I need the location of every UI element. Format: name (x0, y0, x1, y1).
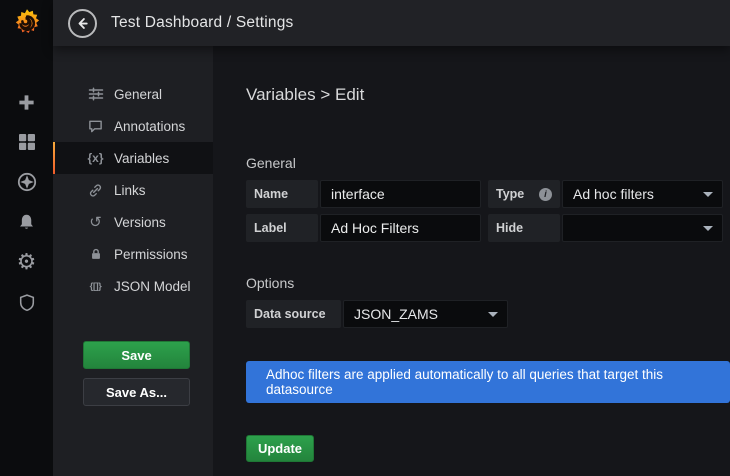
settings-tab-label: General (114, 87, 162, 102)
hide-label: Hide (488, 214, 560, 242)
back-button[interactable] (68, 9, 97, 38)
active-tab-indicator (53, 142, 55, 174)
type-label: Type i (488, 180, 560, 208)
settings-tab-links[interactable]: Links (53, 174, 213, 206)
datasource-label: Data source (246, 300, 341, 328)
settings-tab-label: Versions (114, 215, 166, 230)
comment-icon (86, 119, 105, 134)
type-select-value: Ad hoc filters (573, 186, 654, 202)
left-nav-icons: ⚙ (16, 46, 38, 313)
breadcrumb: Variables > Edit (246, 85, 730, 105)
settings-tab-general[interactable]: General (53, 78, 213, 110)
lock-icon (86, 247, 105, 261)
settings-tab-label: Links (114, 183, 146, 198)
label-input[interactable] (320, 214, 481, 242)
options-section: Options Data source JSON_ZAMS (246, 275, 730, 328)
settings-tab-label: JSON Model (114, 279, 191, 294)
shield-icon[interactable] (16, 291, 38, 313)
save-as-button[interactable]: Save As... (83, 378, 190, 406)
settings-tab-json-model[interactable]: {[]} JSON Model (53, 270, 213, 302)
settings-tab-versions[interactable]: ↺ Versions (53, 206, 213, 238)
link-icon (86, 183, 105, 198)
settings-tab-label: Permissions (114, 247, 188, 262)
chevron-down-icon (703, 226, 713, 231)
arrow-left-icon (75, 16, 90, 31)
sliders-icon (86, 86, 105, 102)
page-title: Test Dashboard / Settings (111, 14, 294, 32)
name-type-row: Name Type i Ad hoc filters (246, 180, 730, 208)
datasource-select[interactable]: JSON_ZAMS (343, 300, 508, 328)
update-button[interactable]: Update (246, 435, 314, 462)
breadcrumb-variables-link[interactable]: Variables (246, 85, 316, 104)
dashboards-icon[interactable] (16, 131, 38, 153)
datasource-row: Data source JSON_ZAMS (246, 300, 730, 328)
datasource-select-value: JSON_ZAMS (354, 306, 438, 322)
name-label: Name (246, 180, 318, 208)
settings-tab-variables[interactable]: {x} Variables (53, 142, 213, 174)
plus-icon[interactable] (16, 91, 38, 113)
chevron-down-icon (703, 192, 713, 197)
history-icon: ↺ (86, 213, 105, 231)
topbar: Test Dashboard / Settings (53, 0, 730, 46)
gear-icon[interactable]: ⚙ (16, 251, 38, 273)
options-section-heading: Options (246, 275, 730, 291)
settings-tab-label: Annotations (114, 119, 185, 134)
save-button[interactable]: Save (83, 341, 190, 369)
name-input[interactable] (320, 180, 481, 208)
label-label: Label (246, 214, 318, 242)
main-content: Variables > Edit General Name Type i Ad … (213, 46, 730, 476)
type-label-text: Type (496, 187, 524, 201)
settings-tab-permissions[interactable]: Permissions (53, 238, 213, 270)
left-nav: ⚙ (0, 0, 53, 476)
adhoc-info-banner: Adhoc filters are applied automatically … (246, 361, 730, 403)
grafana-logo[interactable] (0, 0, 53, 46)
label-hide-row: Label Hide (246, 214, 730, 242)
hide-select[interactable] (562, 214, 723, 242)
settings-tab-label: Variables (114, 151, 169, 166)
variables-icon: {x} (86, 151, 105, 165)
chevron-down-icon (488, 312, 498, 317)
grafana-logo-icon (12, 8, 42, 38)
settings-sidebar: General Annotations {x} Variables Links (53, 46, 213, 476)
page: Test Dashboard / Settings General Annota… (53, 0, 730, 476)
sidebar-actions: Save Save As... (83, 341, 190, 406)
type-select[interactable]: Ad hoc filters (562, 180, 723, 208)
breadcrumb-current: > Edit (320, 85, 364, 104)
general-section: General Name Type i Ad hoc filters L (246, 155, 730, 242)
info-icon[interactable]: i (539, 188, 552, 201)
settings-tab-annotations[interactable]: Annotations (53, 110, 213, 142)
json-icon: {[]} (86, 281, 105, 292)
bell-icon[interactable] (16, 211, 38, 233)
compass-icon[interactable] (16, 171, 38, 193)
general-section-heading: General (246, 155, 730, 171)
